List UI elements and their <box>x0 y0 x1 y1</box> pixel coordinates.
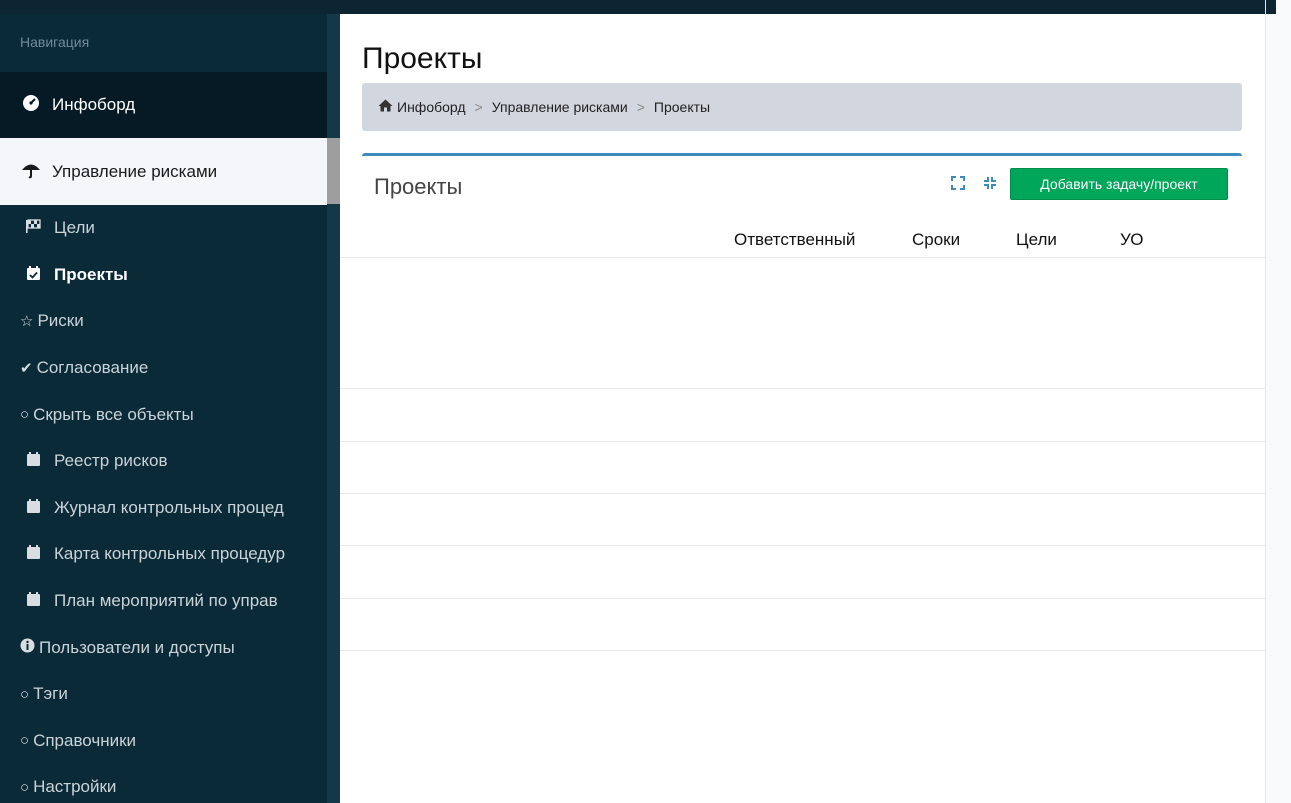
sidebar-item-label: Управление рисками <box>52 161 218 181</box>
add-task-project-button[interactable]: Добавить задачу/проект <box>1010 168 1228 200</box>
sidebar-item-risk-management[interactable]: Управление рисками <box>0 138 327 205</box>
column-header-uo[interactable]: УО <box>1120 230 1143 250</box>
sidebar-item-label: Настройки <box>33 777 117 797</box>
calendar-icon <box>22 498 44 518</box>
calendar-icon <box>22 544 44 564</box>
sidebar-item-label: Риски <box>37 311 84 331</box>
sidebar-item-approval[interactable]: ✔ Согласование <box>0 345 340 392</box>
umbrella-icon <box>20 161 42 183</box>
sidebar-item-hide-all-objects[interactable]: ○ Скрыть все объекты <box>0 391 340 438</box>
sidebar-item-directories[interactable]: ○ Справочники <box>0 718 340 765</box>
calendar-icon <box>22 591 44 611</box>
breadcrumb: Инфоборд > Управление рисками > Проекты <box>362 83 1242 131</box>
sidebar-item-label: Карта контрольных процедур <box>54 544 286 564</box>
circle-outline-icon: ○ <box>20 778 30 796</box>
card-title: Проекты <box>374 174 463 199</box>
circle-outline-icon: ○ <box>20 732 30 750</box>
sidebar-item-tags[interactable]: ○ Тэги <box>0 671 340 718</box>
home-icon <box>378 99 393 115</box>
breadcrumb-separator: > <box>636 99 645 115</box>
table-row-divider <box>340 545 1265 546</box>
sidebar-item-action-plan[interactable]: План мероприятий по управ <box>0 578 340 625</box>
sidebar-item-goals[interactable]: Цели <box>0 205 340 252</box>
column-header-goals[interactable]: Цели <box>1016 230 1057 250</box>
sidebar-scrollbar[interactable] <box>327 14 340 803</box>
flag-checkered-icon <box>22 219 44 237</box>
sidebar-item-label: Согласование <box>36 358 149 378</box>
calendar-icon <box>22 451 44 471</box>
check-icon: ✔ <box>20 360 33 378</box>
sidebar-item-label: Инфоборд <box>52 95 136 114</box>
table-row-divider <box>340 441 1265 442</box>
top-bar <box>0 0 1291 14</box>
table-row-divider <box>340 493 1265 494</box>
sidebar-item-risks[interactable]: ☆ Риски <box>0 298 340 345</box>
breadcrumb-separator: > <box>474 99 483 115</box>
page-title: Проекты <box>362 42 483 75</box>
sidebar-item-label: Проекты <box>54 264 128 284</box>
sidebar-item-control-log[interactable]: Журнал контрольных процед <box>0 485 340 532</box>
breadcrumb-item-risk-management[interactable]: Управление рисками <box>492 99 628 115</box>
main-content: Проекты Инфоборд > Управление рисками > … <box>340 14 1265 803</box>
info-circle-icon <box>20 638 35 657</box>
circle-outline-icon: ○ <box>20 685 30 703</box>
column-header-deadlines[interactable]: Сроки <box>912 230 960 250</box>
sidebar: Навигация Инфоборд Управление рисками Це… <box>0 14 340 803</box>
sidebar-item-label: Справочники <box>33 730 137 750</box>
sidebar-item-label: Реестр рисков <box>54 451 168 471</box>
table-row-divider <box>340 598 1265 599</box>
star-outline-icon: ☆ <box>20 313 34 331</box>
projects-card: Проекты Добавить задачу/проект Ответстве… <box>340 153 1265 803</box>
sidebar-item-infoboard[interactable]: Инфоборд <box>0 72 340 138</box>
sidebar-item-label: План мероприятий по управ <box>54 591 278 611</box>
breadcrumb-item-infoboard[interactable]: Инфоборд <box>397 99 466 115</box>
sidebar-item-settings[interactable]: ○ Настройки <box>0 764 340 803</box>
expand-icon[interactable] <box>948 175 968 195</box>
sidebar-item-control-map[interactable]: Карта контрольных процедур <box>0 531 340 578</box>
table-row-divider <box>340 650 1265 651</box>
compress-icon[interactable] <box>980 175 1000 195</box>
sidebar-item-label: Тэги <box>33 684 68 704</box>
sidebar-item-label: Журнал контрольных процед <box>54 497 284 517</box>
dashboard-icon <box>20 94 42 116</box>
circle-outline-icon: ○ <box>20 406 30 424</box>
top-bar-edge <box>1266 0 1276 14</box>
sidebar-item-projects[interactable]: Проекты <box>0 252 340 299</box>
sidebar-item-label: Скрыть все объекты <box>33 404 194 424</box>
table-header-divider <box>340 257 1265 258</box>
sidebar-item-users-access[interactable]: Пользователи и доступы <box>0 624 340 671</box>
column-header-responsible[interactable]: Ответственный <box>734 230 855 250</box>
right-edge-strip <box>1265 0 1291 803</box>
table-row-divider <box>340 388 1265 389</box>
sidebar-item-label: Цели <box>54 218 95 238</box>
sidebar-item-risk-register[interactable]: Реестр рисков <box>0 438 340 485</box>
sidebar-item-label: Пользователи и доступы <box>39 637 235 657</box>
sidebar-scrollbar-thumb[interactable] <box>327 138 340 204</box>
breadcrumb-item-projects: Проекты <box>653 99 711 115</box>
calendar-check-icon <box>22 265 44 285</box>
sidebar-header: Навигация <box>20 34 90 50</box>
